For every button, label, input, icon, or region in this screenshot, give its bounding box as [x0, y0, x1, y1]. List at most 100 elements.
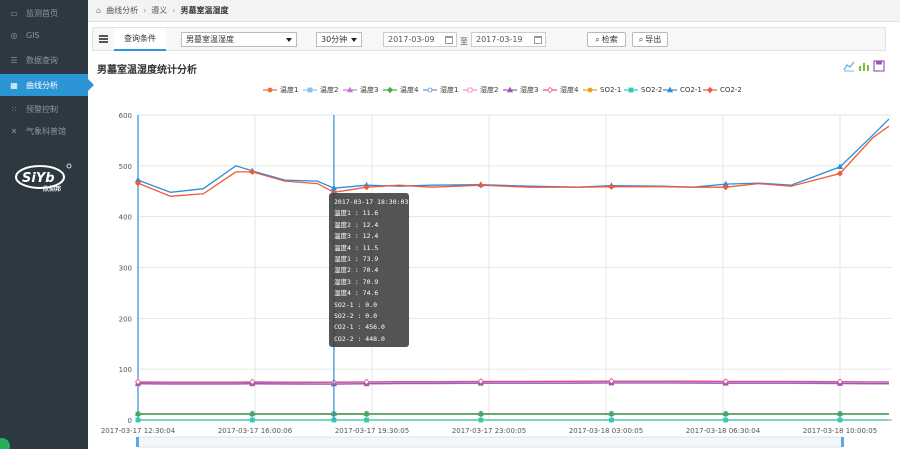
data-point	[609, 417, 614, 423]
date-to-field[interactable]: 2017-03-19	[471, 32, 546, 47]
interval-select-value: 30分钟	[321, 35, 348, 44]
date-from-field[interactable]: 2017-03-09	[383, 32, 457, 47]
home-icon[interactable]: ⌂	[96, 6, 101, 15]
y-tick-label: 200	[119, 315, 132, 323]
bar-chart-toggle-icon[interactable]	[858, 60, 870, 72]
legend-label: 湿度4	[560, 86, 579, 94]
sidebar-item-meteorology-museum[interactable]: ✕ 气象科普馆	[0, 120, 88, 142]
zoom-handle-right	[841, 437, 844, 447]
legend-item[interactable]: SO2-2	[624, 84, 662, 96]
y-tick-label: 600	[119, 112, 132, 120]
logo-text: 欣仰邦	[43, 185, 61, 193]
legend-label: 温度1	[280, 86, 299, 94]
legend-marker	[467, 87, 473, 93]
science-icon: ✕	[10, 126, 18, 136]
legend-label: SO2-2	[641, 86, 663, 94]
breadcrumb-item-curve-analysis[interactable]: 曲线分析	[106, 5, 138, 16]
breadcrumb-separator: ›	[172, 6, 176, 15]
x-tick-label: 2017-03-18 06:30:04	[686, 427, 761, 435]
globe-icon: ◎	[10, 30, 18, 40]
series-温度4	[135, 410, 889, 418]
site-select[interactable]: 男墓室温湿度	[181, 32, 297, 47]
legend-item[interactable]: 湿度2	[463, 84, 498, 96]
sidebar-item-gis[interactable]: ◎ GIS	[0, 24, 88, 46]
legend-item[interactable]: 温度2	[303, 84, 338, 96]
menu-icon[interactable]	[99, 35, 108, 43]
x-tick-label: 2017-03-18 03:00:05	[569, 427, 643, 435]
breadcrumb-item-current: 男墓室温湿度	[180, 6, 229, 15]
legend-item[interactable]: SO2-1	[583, 84, 621, 96]
tooltip-row: 湿度4 : 74.6	[334, 289, 379, 298]
sidebar-item-curve-analysis[interactable]: ▦ 曲线分析	[0, 74, 94, 96]
tooltip-row: CO2-2 : 448.0	[334, 334, 385, 343]
query-bar: 查询条件 男墓室温湿度 30分钟 2017-03-09 至 2017-03-19…	[92, 27, 886, 51]
legend-item[interactable]: 温度4	[383, 84, 418, 96]
alert-icon: ⁙	[10, 104, 18, 114]
page-title: 男墓室温湿度统计分析	[97, 65, 197, 76]
tooltip-row: SO2-2 : 0.0	[334, 311, 378, 320]
legend-item[interactable]: 湿度3	[503, 84, 538, 96]
data-point	[364, 417, 369, 423]
tooltip-row: 温度1 : 11.6	[334, 209, 379, 218]
legend-marker-icon	[583, 87, 597, 93]
x-tick-label: 2017-03-17 23:00:05	[452, 427, 526, 435]
legend-item[interactable]: CO2-1	[663, 84, 702, 96]
series-line	[137, 118, 890, 193]
legend-marker-icon	[503, 86, 517, 93]
line-chart[interactable]: 0 100 200 300 400 500 600 2017-03-17 12:30:04 20…	[92, 104, 900, 449]
save-image-icon[interactable]	[873, 60, 885, 72]
legend-item[interactable]: 温度1	[263, 84, 298, 96]
legend-marker-icon	[263, 87, 277, 93]
line-chart-toggle-icon[interactable]	[843, 60, 855, 72]
calendar-icon[interactable]	[534, 36, 542, 44]
zoom-slider	[137, 436, 843, 448]
tooltip-row: SO2-1 : 0.0	[334, 300, 378, 309]
series-SO2-2	[135, 417, 889, 423]
site-select-value: 男墓室温湿度	[186, 35, 234, 44]
sidebar: ▭ 监测首页 ◎ GIS ☰ 数据查询 ▦ 曲线分析 ⁙ 预警控制 ✕ 气象科普…	[0, 0, 94, 449]
sidebar-item-alert-control[interactable]: ⁙ 预警控制	[0, 98, 88, 120]
chart-legend: 温度1 温度2 温度3 温度4 湿度1 湿度2 湿度3 湿度4 SO2-1 SO2-2 CO2-1 C…	[263, 84, 742, 96]
legend-item[interactable]: CO2-2	[703, 84, 742, 96]
legend-marker	[267, 87, 273, 93]
interval-select[interactable]: 30分钟	[316, 32, 362, 47]
x-tick-label: 2017-03-17 16:00:06	[218, 427, 293, 435]
y-tick-label: 0	[128, 417, 132, 425]
chevron-down-icon	[351, 38, 357, 42]
breadcrumb-separator: ›	[143, 6, 147, 15]
y-tick-label: 400	[119, 214, 132, 222]
sidebar-item-label: 数据查询	[26, 55, 58, 65]
y-tick-label: 300	[119, 265, 132, 273]
calendar-icon[interactable]	[445, 36, 453, 44]
data-point	[478, 417, 484, 423]
data-point	[608, 183, 615, 190]
sidebar-item-label: 曲线分析	[26, 80, 58, 90]
data-point	[723, 417, 729, 423]
legend-marker	[427, 87, 433, 93]
legend-marker-icon	[624, 87, 638, 93]
legend-label: 温度3	[360, 86, 379, 94]
legend-marker-icon	[303, 87, 317, 93]
legend-marker-icon	[703, 86, 717, 94]
y-tick-label: 100	[119, 366, 132, 374]
search-button[interactable]: ⌕ 检索	[587, 32, 626, 47]
sidebar-item-label: 气象科普馆	[26, 126, 66, 136]
date-from-value: 2017-03-09	[388, 35, 435, 44]
help-button[interactable]	[0, 438, 10, 449]
legend-marker-icon	[423, 87, 437, 93]
breadcrumb-item-zunyi[interactable]: 遵义	[151, 5, 167, 16]
tab-query-conditions[interactable]: 查询条件	[114, 28, 166, 51]
zoom-handle-left	[136, 437, 139, 447]
legend-item[interactable]: 湿度1	[423, 84, 458, 96]
sidebar-item-data-query[interactable]: ☰ 数据查询	[0, 49, 88, 71]
legend-label: 湿度3	[520, 86, 539, 94]
legend-label: CO2-2	[720, 86, 742, 94]
data-point	[135, 417, 141, 423]
export-button[interactable]: ⌕ 导出	[632, 32, 668, 47]
x-tick-label: 2017-03-18 10:00:05	[803, 427, 877, 435]
legend-marker	[307, 87, 313, 93]
legend-label: SO2-1	[600, 86, 622, 94]
sidebar-item-monitor-home[interactable]: ▭ 监测首页	[0, 2, 88, 24]
legend-item[interactable]: 湿度4	[543, 84, 578, 96]
legend-item[interactable]: 温度3	[343, 84, 378, 96]
